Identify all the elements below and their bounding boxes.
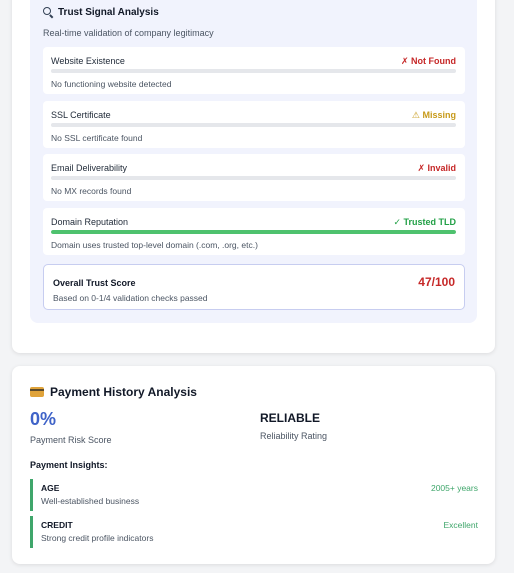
insight-description: Well-established business: [41, 496, 140, 506]
check-description: Domain uses trusted top-level domain (.c…: [51, 240, 258, 250]
insight-item-credit: CREDIT Strong credit profile indicators …: [30, 516, 478, 548]
check-status: ✗ Not Found: [400, 56, 456, 66]
overall-trust-score: Overall Trust Score Based on 0-1/4 valid…: [43, 264, 465, 310]
insight-key: CREDIT: [41, 520, 73, 530]
payment-history-card: Payment History Analysis 0% Payment Risk…: [12, 366, 495, 564]
check-status: ⚠ Missing: [411, 110, 456, 120]
check-progress-bar: [51, 176, 456, 180]
check-website-existence: Website Existence ✗ Not Found No functio…: [43, 47, 465, 94]
insight-description: Strong credit profile indicators: [41, 533, 154, 543]
check-label: Website Existence: [51, 56, 125, 66]
check-description: No functioning website detected: [51, 79, 172, 89]
check-email-deliverability: Email Deliverability ✗ Invalid No MX rec…: [43, 154, 465, 201]
check-description: No SSL certificate found: [51, 133, 143, 143]
check-domain-reputation: Domain Reputation ✓ Trusted TLD Domain u…: [43, 208, 465, 255]
insight-key: AGE: [41, 483, 60, 493]
payment-risk-score-value: 0%: [30, 409, 57, 429]
check-label: Domain Reputation: [51, 217, 129, 227]
magnifier-icon: [43, 7, 54, 18]
overall-trust-score-value: 47/100: [418, 275, 455, 289]
trust-signal-title: Trust Signal Analysis: [43, 7, 159, 18]
check-progress-bar: [51, 230, 456, 234]
reliability-rating-value: RELIABLE: [260, 411, 320, 425]
insight-item-age: AGE Well-established business 2005+ year…: [30, 479, 478, 511]
check-ssl-certificate: SSL Certificate ⚠ Missing No SSL certifi…: [43, 101, 465, 148]
check-progress-fill: [51, 230, 456, 234]
overall-trust-label: Overall Trust Score: [53, 278, 136, 288]
check-status: ✓ Trusted TLD: [393, 217, 456, 227]
reliability-rating-label: Reliability Rating: [260, 431, 328, 441]
check-status: ✗ Invalid: [417, 163, 456, 173]
payment-insights-title: Payment Insights:: [30, 460, 108, 470]
payment-history-title-text: Payment History Analysis: [50, 385, 197, 399]
insight-value: 2005+ years: [430, 483, 478, 493]
payment-history-title: Payment History Analysis: [30, 385, 197, 399]
credit-card-icon: [30, 387, 44, 397]
check-description: No MX records found: [51, 186, 132, 196]
check-label: SSL Certificate: [51, 110, 111, 120]
insight-value: Excellent: [443, 520, 479, 530]
trust-signal-subtitle: Real-time validation of company legitima…: [43, 28, 214, 38]
check-label: Email Deliverability: [51, 163, 128, 173]
overall-trust-description: Based on 0-1/4 validation checks passed: [53, 293, 208, 303]
check-progress-bar: [51, 123, 456, 127]
check-progress-bar: [51, 69, 456, 73]
payment-risk-score-label: Payment Risk Score: [30, 435, 112, 445]
trust-signal-title-text: Trust Signal Analysis: [58, 7, 159, 18]
